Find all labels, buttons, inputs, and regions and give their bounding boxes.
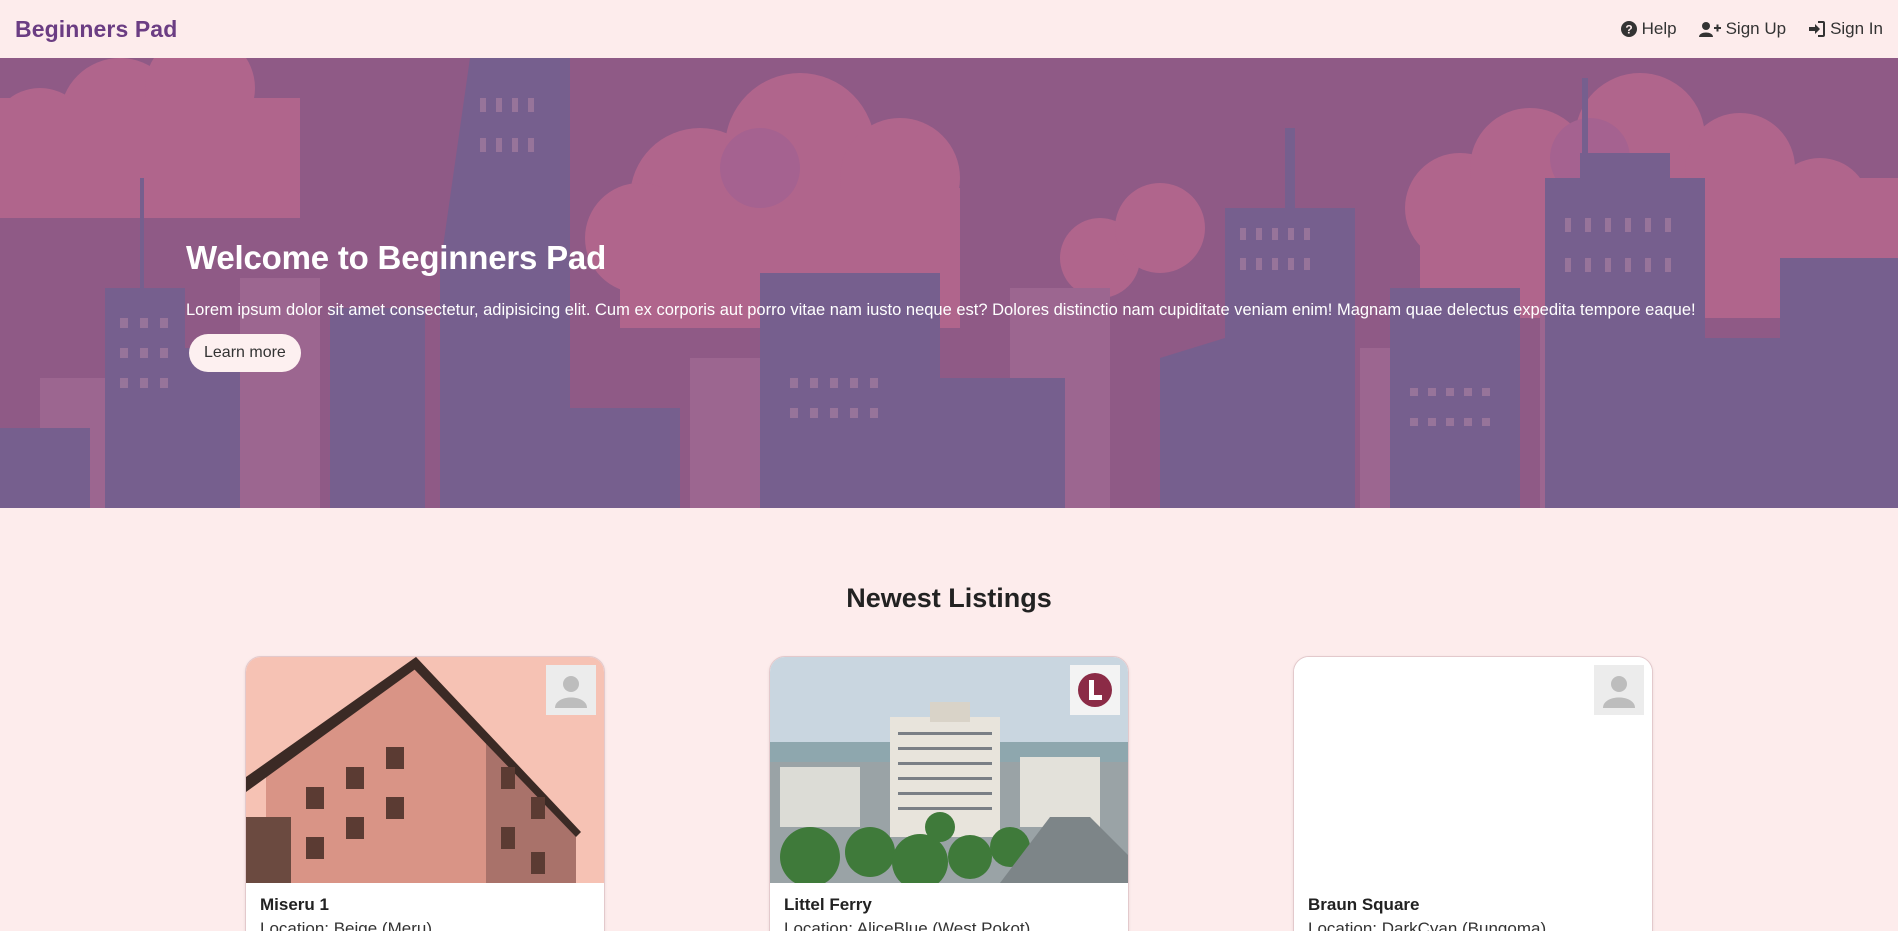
listing-name: Miseru 1: [260, 895, 329, 914]
nav-signin-link[interactable]: Sign In: [1808, 19, 1883, 39]
listing-card[interactable]: Littel Ferry Location: AliceBlue (West P…: [769, 656, 1129, 931]
hero-description: Lorem ipsum dolor sit amet consectetur, …: [186, 301, 1696, 319]
listing-location: Location: DarkCyan (Bungoma): [1308, 919, 1547, 931]
listing-image-placeholder: [1294, 657, 1652, 883]
listing-card[interactable]: Braun Square Location: DarkCyan (Bungoma…: [1293, 656, 1653, 931]
hero-content: Welcome to Beginners Pad Lorem ipsum dol…: [186, 239, 1746, 372]
listing-image: [770, 657, 1128, 883]
user-plus-icon: [1698, 21, 1721, 38]
owner-logo-badge: [1070, 665, 1120, 715]
hero-banner: Welcome to Beginners Pad Lorem ipsum dol…: [0, 58, 1898, 508]
question-circle-icon: ?: [1620, 21, 1637, 37]
nav-signup-link[interactable]: Sign Up: [1698, 19, 1787, 39]
nav-help-label: Help: [1641, 19, 1677, 38]
owner-avatar: [1594, 665, 1644, 715]
hero-title: Welcome to Beginners Pad: [186, 239, 607, 276]
nav-signin-label: Sign In: [1830, 19, 1883, 38]
listing-location: Location: AliceBlue (West Pokot): [784, 919, 1031, 931]
brand-logo[interactable]: Beginners Pad: [15, 16, 177, 43]
owner-avatar: [546, 665, 596, 715]
listing-card[interactable]: Miseru 1 Location: Beige (Meru): [245, 656, 605, 931]
navbar: Beginners Pad ? Help Sign Up Sign In: [0, 0, 1898, 58]
nav-links: ? Help Sign Up Sign In: [1620, 19, 1883, 39]
nav-signup-label: Sign Up: [1725, 19, 1787, 38]
sign-in-icon: [1808, 21, 1826, 37]
learn-more-button[interactable]: Learn more: [189, 334, 301, 372]
nav-help-link[interactable]: ? Help: [1620, 19, 1677, 39]
listing-name: Braun Square: [1308, 895, 1420, 914]
listing-location: Location: Beige (Meru): [260, 919, 432, 931]
listing-image: [246, 657, 604, 883]
newest-listings-heading: Newest Listings: [846, 583, 1052, 613]
listing-name: Littel Ferry: [784, 895, 872, 914]
svg-text:?: ?: [1625, 23, 1632, 37]
